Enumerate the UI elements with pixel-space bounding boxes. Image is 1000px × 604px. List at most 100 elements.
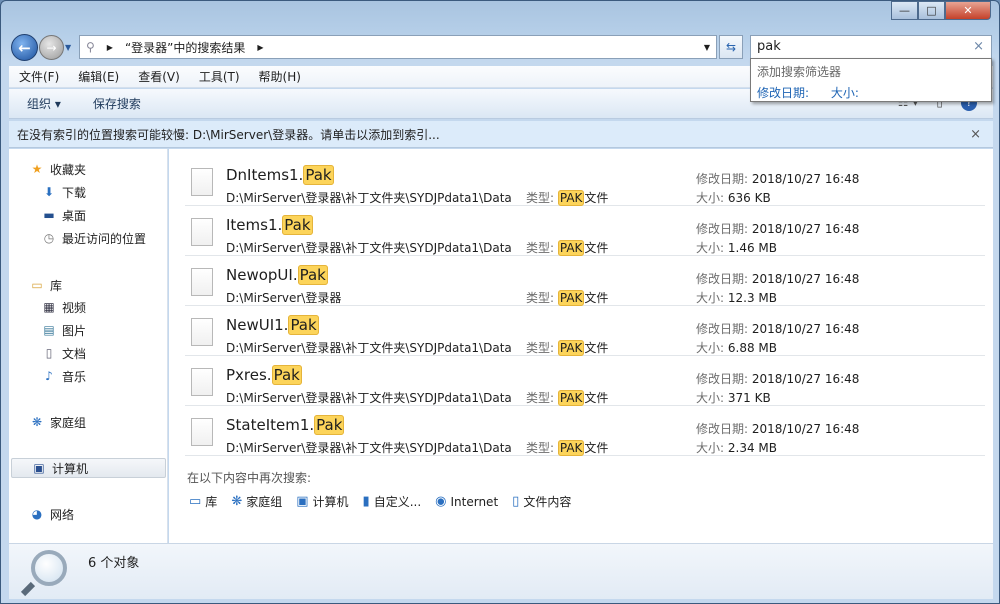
magnifier-handle xyxy=(20,581,36,597)
filter-date-modified[interactable]: 修改日期: xyxy=(757,86,809,100)
file-date: 修改日期: 2018/10/27 16:48 xyxy=(696,222,860,236)
sidebar-item-label: 下载 xyxy=(62,185,87,200)
file-icon xyxy=(191,168,213,196)
file-date: 修改日期: 2018/10/27 16:48 xyxy=(696,422,860,436)
recent-places-icon: ◷ xyxy=(43,231,55,245)
search-again-file-contents[interactable]: ▯ 文件内容 xyxy=(512,493,571,510)
menu-tools[interactable]: 工具(T) xyxy=(199,68,240,85)
sidebar-item-label: 家庭组 xyxy=(50,415,87,430)
file-icon xyxy=(191,368,213,396)
sidebar-item-label: 网络 xyxy=(50,507,75,522)
breadcrumb-arrow-icon[interactable]: ▶ xyxy=(107,43,113,52)
menu-edit[interactable]: 编辑(E) xyxy=(78,68,119,85)
breadcrumb-arrow-icon[interactable]: ▶ xyxy=(257,43,263,52)
match-highlight: Pak xyxy=(271,365,302,385)
filter-size[interactable]: 大小: xyxy=(831,86,859,100)
file-type: 类型: PAK 文件 xyxy=(526,340,609,356)
sidebar-item[interactable]: ▭ 库 xyxy=(29,275,62,295)
menu-file[interactable]: 文件(F) xyxy=(19,68,59,85)
file-icon xyxy=(191,318,213,346)
save-search-button[interactable]: 保存搜索 xyxy=(93,95,141,112)
file-type: 类型: PAK 文件 xyxy=(526,390,609,406)
file-type: 类型: PAK 文件 xyxy=(526,240,609,256)
file-size: 大小: 2.34 MB xyxy=(696,441,777,455)
address-dropdown-icon[interactable]: ▼ xyxy=(704,43,710,52)
index-info-bar[interactable]: 在没有索引的位置搜索可能较慢: D:\MirServer\登录器。请单击以添加到… xyxy=(9,121,993,148)
info-bar-close-icon[interactable]: × xyxy=(970,127,981,142)
clear-search-icon[interactable]: × xyxy=(973,39,984,54)
search-again-computer[interactable]: ▣ 计算机 xyxy=(296,493,348,510)
file-name: Items1. Pak xyxy=(226,215,313,235)
star-icon: ★ xyxy=(31,162,43,176)
file-date: 修改日期: 2018/10/27 16:48 xyxy=(696,172,860,186)
match-highlight: Pak xyxy=(303,165,334,185)
file-path: D:\MirServer\登录器\补丁文件夹\SYDJPdata1\Data xyxy=(226,191,512,205)
file-row[interactable]: StateItem1. Pak D:\MirServer\登录器\补丁文件夹\SY… xyxy=(185,406,985,456)
file-date: 修改日期: 2018/10/27 16:48 xyxy=(696,372,860,386)
library-icon: ▭ xyxy=(31,278,43,292)
pictures-icon: ▤ xyxy=(43,323,55,337)
sidebar-item[interactable]: ▤ 图片 xyxy=(41,320,86,340)
file-row[interactable]: Pxres. Pak D:\MirServer\登录器\补丁文件夹\SYDJPda… xyxy=(185,356,985,406)
file-path: D:\MirServer\登录器\补丁文件夹\SYDJPdata1\Data xyxy=(226,441,512,455)
maximize-button[interactable]: □ xyxy=(918,1,945,20)
search-again-internet[interactable]: ◉ Internet xyxy=(435,493,498,510)
file-type: 类型: PAK 文件 xyxy=(526,290,609,306)
file-path: D:\MirServer\登录器\补丁文件夹\SYDJPdata1\Data xyxy=(226,241,512,255)
file-name: NewUI1. Pak xyxy=(226,315,319,335)
breadcrumb[interactable]: “登录器”中的搜索结果 xyxy=(125,39,245,56)
organize-button[interactable]: 组织 ▾ xyxy=(27,95,61,112)
search-suggestions: 添加搜索筛选器 修改日期: 大小: xyxy=(750,58,992,102)
sidebar-item[interactable]: ⬇ 下载 xyxy=(41,182,86,202)
file-row[interactable]: NewUI1. Pak D:\MirServer\登录器\补丁文件夹\SYDJPd… xyxy=(185,306,985,356)
file-path: D:\MirServer\登录器\补丁文件夹\SYDJPdata1\Data xyxy=(226,341,512,355)
back-button[interactable]: ← xyxy=(11,34,38,61)
homegroup-icon: ❋ xyxy=(31,415,43,429)
sidebar-item-label: 图片 xyxy=(62,323,87,338)
address-bar[interactable]: ⚲ ▶ “登录器”中的搜索结果 ▶ ▼ xyxy=(79,35,717,59)
menu-help[interactable]: 帮助(H) xyxy=(259,68,301,85)
match-highlight: Pak xyxy=(314,415,345,435)
file-path: D:\MirServer\登录器 xyxy=(226,291,342,305)
sidebar-item-label: 最近访问的位置 xyxy=(62,231,147,246)
music-icon: ♪ xyxy=(45,369,53,383)
sidebar-item[interactable]: ★ 收藏夹 xyxy=(29,159,86,179)
file-row[interactable]: NewopUI. Pak D:\MirServer\登录器 类型: PAK 文件 修… xyxy=(185,256,985,306)
forward-button[interactable]: → xyxy=(39,35,64,60)
file-name: StateItem1. Pak xyxy=(226,415,345,435)
file-name: NewopUI. Pak xyxy=(226,265,328,285)
search-magnifier-icon xyxy=(31,550,67,586)
file-row[interactable]: DnItems1. Pak D:\MirServer\登录器\补丁文件夹\SYDJ… xyxy=(185,156,985,206)
search-again-library[interactable]: ▭ 库 xyxy=(189,493,217,510)
homegroup-icon: ❋ xyxy=(231,494,243,509)
search-again-custom-folder[interactable]: ▮ 自定义... xyxy=(363,493,422,510)
file-date: 修改日期: 2018/10/27 16:48 xyxy=(696,272,860,286)
file-type: 类型: PAK 文件 xyxy=(526,190,609,206)
close-button[interactable]: ✕ xyxy=(945,1,991,20)
sidebar-item-label: 计算机 xyxy=(52,461,89,476)
file-icon xyxy=(191,418,213,446)
details-pane: 6 个对象 xyxy=(9,543,993,599)
search-again-homegroup[interactable]: ❋ 家庭组 xyxy=(231,493,282,510)
info-bar-text[interactable]: 在没有索引的位置搜索可能较慢: D:\MirServer\登录器。请单击以添加到… xyxy=(17,126,440,143)
sidebar-item[interactable]: ▯ 文档 xyxy=(41,343,86,363)
sidebar-item[interactable]: ❋ 家庭组 xyxy=(29,412,86,432)
sidebar-item[interactable]: ▬ 桌面 xyxy=(41,205,86,225)
sidebar-item[interactable]: ▣ 计算机 xyxy=(11,458,166,478)
sidebar-item[interactable]: ◕ 网络 xyxy=(29,504,74,524)
menu-view[interactable]: 查看(V) xyxy=(138,68,180,85)
search-input[interactable]: pak × xyxy=(750,35,992,59)
refresh-button[interactable]: ⇆ xyxy=(719,35,743,59)
match-highlight: Pak xyxy=(288,315,319,335)
sidebar-item[interactable]: ♪ 音乐 xyxy=(41,366,86,386)
file-contents-icon: ▯ xyxy=(512,494,520,509)
network-icon: ◕ xyxy=(31,507,43,521)
recent-pages-dropdown[interactable]: ▼ xyxy=(65,43,71,52)
computer-icon: ▣ xyxy=(296,494,309,509)
minimize-button[interactable]: — xyxy=(891,1,918,20)
search-again-label: 在以下内容中再次搜索: xyxy=(187,471,312,485)
add-filter-heading: 添加搜索筛选器 xyxy=(757,65,842,79)
sidebar-item[interactable]: ◷ 最近访问的位置 xyxy=(41,228,146,248)
file-row[interactable]: Items1. Pak D:\MirServer\登录器\补丁文件夹\SYDJPd… xyxy=(185,206,985,256)
sidebar-item[interactable]: ▦ 视频 xyxy=(41,297,86,317)
